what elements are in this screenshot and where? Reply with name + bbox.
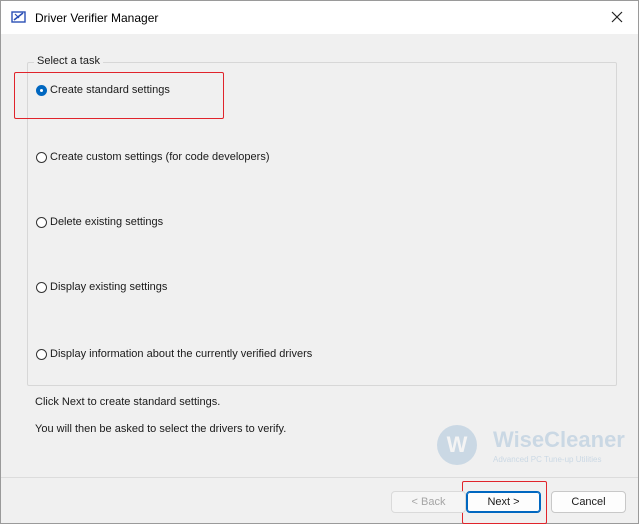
cancel-button[interactable]: Cancel [551,491,626,513]
radio-button[interactable] [36,151,47,163]
title-bar: Driver Verifier Manager [1,1,638,34]
radio-button-selected[interactable] [36,84,47,96]
driver-verifier-icon [11,10,27,24]
close-icon [611,11,623,23]
next-button[interactable]: Next > [466,491,541,513]
back-button[interactable]: < Back [391,491,466,513]
watermark-tagline: Advanced PC Tune-up Utilities [493,455,602,464]
wisecleaner-logo-icon: W [437,425,477,465]
group-label: Select a task [34,55,103,67]
option-create-custom-settings[interactable]: Create custom settings (for code develop… [36,151,270,163]
watermark: W WiseCleaner Advanced PC Tune-up Utilit… [431,421,639,473]
option-label: Create custom settings (for code develop… [50,151,270,163]
radio-button[interactable] [36,216,47,228]
info-text-line-1: Click Next to create standard settings. [35,396,221,408]
footer-separator [1,477,638,478]
option-label: Display existing settings [50,281,168,293]
info-text-line-2: You will then be asked to select the dri… [35,423,287,435]
radio-button[interactable] [36,348,47,360]
watermark-brand: WiseCleaner [493,427,625,452]
option-display-verified-drivers-info[interactable]: Display information about the currently … [36,348,312,360]
option-label: Create standard settings [50,84,170,96]
close-button[interactable] [602,5,632,29]
option-display-existing-settings[interactable]: Display existing settings [36,281,167,293]
option-create-standard-settings[interactable]: Create standard settings [36,84,170,96]
option-delete-existing-settings[interactable]: Delete existing settings [36,216,163,228]
window-title: Driver Verifier Manager [35,11,159,25]
option-label: Display information about the currently … [50,348,313,360]
option-label: Delete existing settings [50,216,164,228]
radio-button[interactable] [36,281,47,293]
dialog-window: Driver Verifier Manager Select a task Cr… [0,0,639,524]
